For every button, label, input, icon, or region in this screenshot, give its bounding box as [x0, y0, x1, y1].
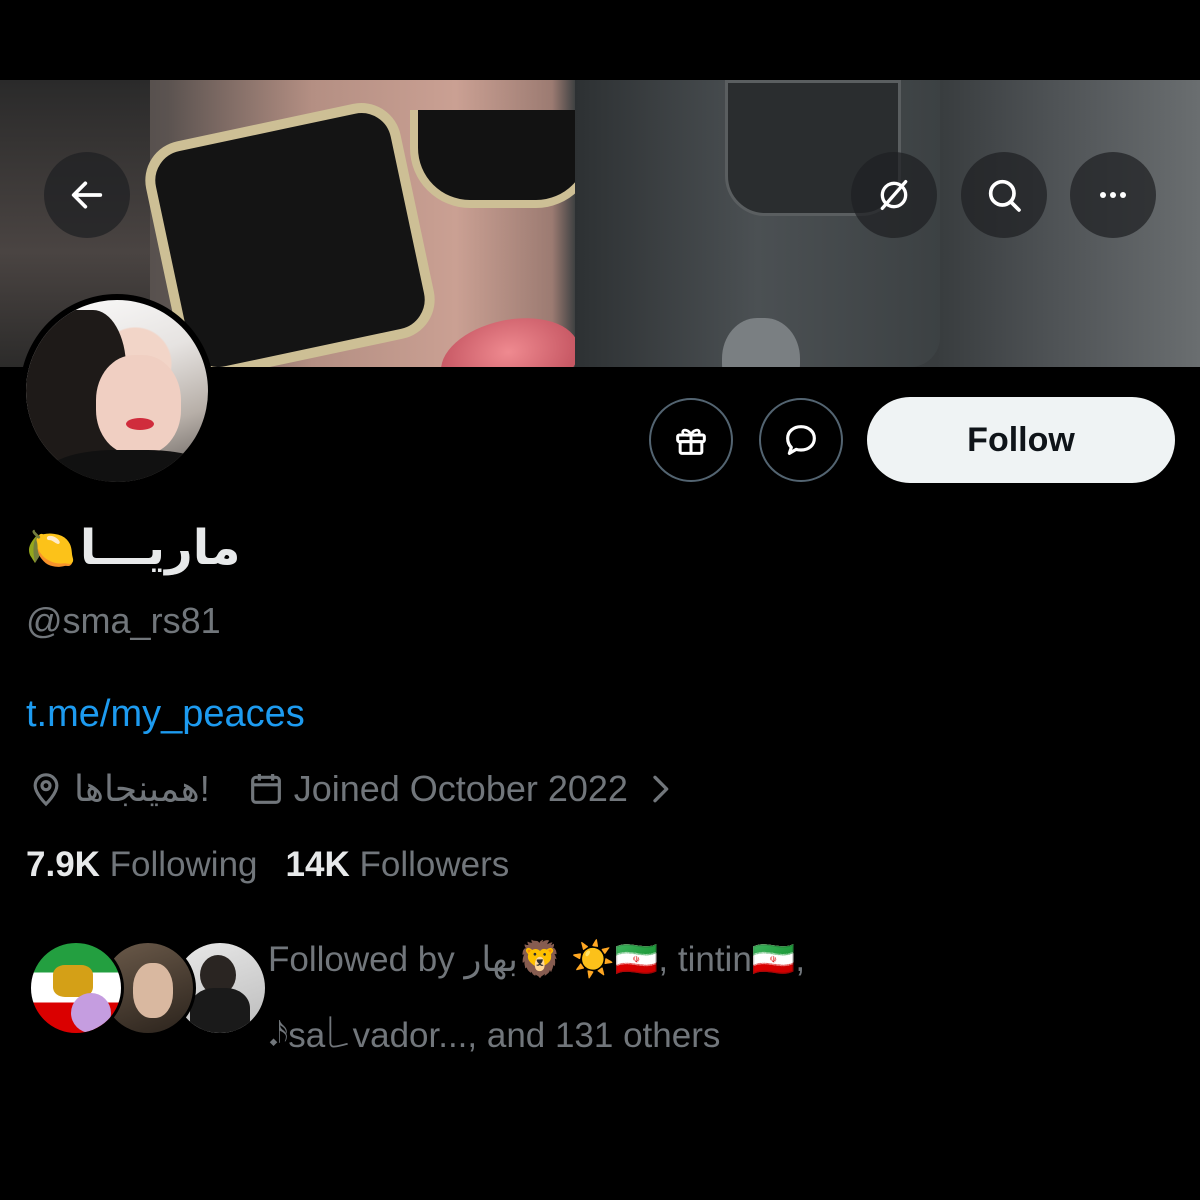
follow-stats: 7.9K Following 14K Followers [26, 845, 509, 885]
avatar-image [26, 300, 208, 482]
following-stat[interactable]: 7.9K Following [26, 845, 258, 885]
avatar[interactable] [20, 294, 214, 488]
lemon-emoji: 🍋 [26, 526, 76, 571]
more-icon [1100, 192, 1126, 198]
chevron-right-icon[interactable] [640, 769, 680, 809]
followers-count: 14K [285, 845, 350, 884]
profile-link[interactable]: t.me/my_peaces [26, 693, 305, 736]
mutual-followers-avatars[interactable] [28, 940, 268, 1036]
joined-date: Joined October 2022 [293, 768, 628, 809]
banner-lips [433, 306, 587, 367]
grok-button[interactable] [851, 152, 937, 238]
back-button[interactable] [44, 152, 130, 238]
followed-by-line-2: 𝆺𝅥𝅯sa꒒vador..., and 131 others [268, 1016, 721, 1055]
display-name-text: ماريـــا [79, 522, 241, 575]
banner-sunglasses-lens [410, 110, 596, 208]
following-label: Following [109, 845, 258, 884]
location-pin-icon [33, 773, 59, 807]
followed-by-line-1: Followed by بهار🦁 ☀️🇮🇷, tintin🇮🇷, [268, 940, 806, 979]
followers-label: Followers [359, 845, 510, 884]
mutual-avatar [28, 940, 124, 1036]
more-button[interactable] [1070, 152, 1156, 238]
username-handle: @sma_rs81 [26, 600, 221, 641]
message-button[interactable] [759, 398, 843, 482]
profile-meta: همینجاها! Joined October 2022 [26, 764, 680, 814]
search-icon [988, 179, 1021, 212]
message-icon [786, 425, 816, 455]
gift-button[interactable] [649, 398, 733, 482]
location-text: همینجاها! [74, 768, 210, 809]
calendar-icon [250, 774, 281, 804]
follow-button[interactable]: Follow [867, 397, 1175, 483]
no-sign-icon [880, 180, 908, 210]
following-count: 7.9K [26, 845, 100, 884]
search-button[interactable] [961, 152, 1047, 238]
arrow-left-icon [71, 181, 103, 209]
display-name: 🍋 ماريـــا [26, 520, 240, 576]
followers-stat[interactable]: 14K Followers [286, 845, 510, 885]
followed-by-text[interactable]: Followed by بهار🦁 ☀️🇮🇷, tintin🇮🇷, 𝆺𝅥𝅯sa꒒… [268, 922, 1168, 1074]
gift-icon [676, 428, 706, 455]
